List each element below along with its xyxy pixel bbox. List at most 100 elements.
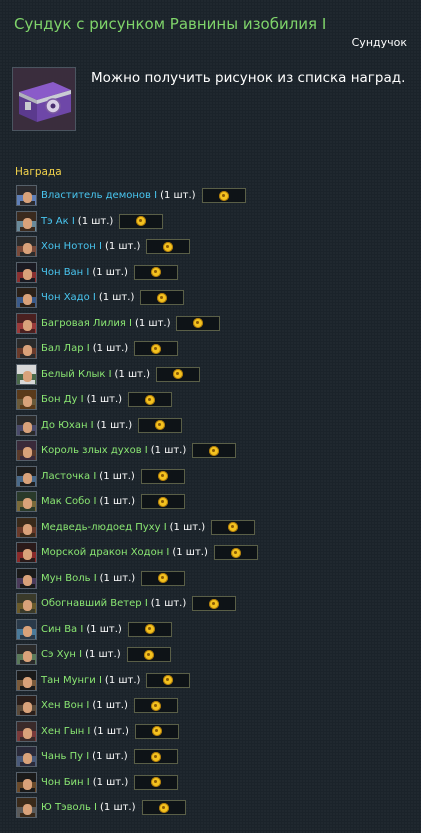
rewards-label: Награда [15, 166, 62, 178]
reward-row[interactable]: Бон Ду I (1 шт.) [16, 387, 416, 413]
reward-quantity: (1 шт.) [160, 190, 196, 202]
gold-coin-icon [151, 343, 162, 354]
reward-token-slot [134, 723, 179, 739]
reward-quantity: (1 шт.) [96, 419, 133, 431]
gold-coin-icon [209, 445, 220, 456]
reward-token-slot [213, 545, 258, 561]
gold-coin-icon [150, 700, 161, 711]
character-portrait-icon [16, 567, 37, 589]
reward-row[interactable]: Багровая Лилия I (1 шт.) [16, 311, 416, 337]
reward-name: Чань Пу I [41, 751, 90, 763]
reward-row[interactable]: Чон Бин I (1 шт.) [16, 770, 416, 796]
gold-coin-icon [155, 420, 166, 431]
reward-row[interactable]: Хон Нотон I (1 шт.) [16, 234, 416, 260]
character-portrait-icon [16, 797, 37, 819]
reward-row[interactable]: Медведь-людоед Пуху I (1 шт.) [16, 515, 416, 541]
reward-name: Тэ Ак I [41, 215, 75, 227]
reward-name: Хен Гын I [41, 725, 91, 737]
reward-token-slot [146, 239, 191, 255]
reward-row[interactable]: Властитель демонов I (1 шт.) [16, 183, 416, 209]
reward-quantity: (1 шт.) [92, 266, 128, 278]
reward-row[interactable]: Мак Собо I (1 шт.) [16, 489, 416, 515]
reward-token-slot [156, 366, 201, 382]
gold-coin-icon [228, 522, 239, 533]
character-portrait-icon [16, 465, 37, 487]
reward-name: Ласточка I [41, 470, 97, 482]
reward-row[interactable]: Чон Ван I (1 шт.) [16, 260, 416, 286]
reward-token-slot [141, 800, 186, 816]
character-portrait-icon [16, 236, 37, 258]
reward-name: Морской дракон Ходон I [41, 547, 170, 559]
character-portrait-icon [16, 261, 37, 283]
reward-name: Мун Воль I [41, 572, 97, 584]
reward-name: Хен Вон I [41, 700, 90, 712]
character-portrait-icon [16, 363, 37, 385]
character-portrait-icon [16, 720, 37, 742]
character-portrait-icon [16, 516, 37, 538]
item-description: Можно получить рисунок из списка наград. [91, 70, 406, 86]
reward-row[interactable]: Ласточка I (1 шт.) [16, 464, 416, 490]
character-portrait-icon [16, 185, 37, 207]
reward-row[interactable]: Обогнавший Ветер I (1 шт.) [16, 591, 416, 617]
reward-quantity: (1 шт.) [100, 802, 136, 814]
gold-coin-icon [163, 675, 174, 686]
reward-token-slot [134, 341, 179, 357]
reward-quantity: (1 шт.) [92, 700, 128, 712]
reward-quantity: (1 шт.) [98, 292, 135, 304]
gold-coin-icon [157, 292, 168, 303]
character-portrait-icon [16, 542, 37, 564]
reward-quantity: (1 шт.) [150, 445, 187, 457]
reward-name: До Юхан I [41, 419, 94, 431]
gold-coin-icon [193, 318, 204, 329]
gold-coin-icon [158, 573, 169, 584]
gold-coin-icon [209, 598, 220, 609]
reward-row[interactable]: Син Ва I (1 шт.) [16, 617, 416, 643]
reward-token-slot [176, 315, 221, 331]
reward-token-slot [140, 468, 185, 484]
reward-token-slot [127, 621, 172, 637]
reward-quantity: (1 шт.) [172, 547, 208, 559]
gold-coin-icon [173, 369, 184, 380]
character-portrait-icon [16, 669, 37, 691]
reward-row[interactable]: Белый Клык I (1 шт.) [16, 362, 416, 388]
reward-token-slot [192, 443, 237, 459]
reward-name: Син Ва I [41, 623, 84, 635]
character-portrait-icon [16, 287, 37, 309]
character-portrait-icon [16, 695, 37, 717]
reward-name: Тан Мунги I [41, 674, 102, 686]
character-portrait-icon [16, 618, 37, 640]
reward-quantity: (1 шт.) [169, 521, 206, 533]
reward-row[interactable]: Хен Вон I (1 шт.) [16, 693, 416, 719]
reward-quantity: (1 шт.) [134, 317, 171, 329]
reward-row[interactable]: Чань Пу I (1 шт.) [16, 744, 416, 770]
reward-name: Чон Хадо I [41, 292, 96, 304]
reward-row[interactable]: Морской дракон Ходон I (1 шт.) [16, 540, 416, 566]
reward-row[interactable]: Чон Хадо I (1 шт.) [16, 285, 416, 311]
reward-row[interactable]: Бал Лар I (1 шт.) [16, 336, 416, 362]
gold-coin-icon [145, 394, 156, 405]
character-portrait-icon [16, 593, 37, 615]
reward-row[interactable]: Король злых духов I (1 шт.) [16, 438, 416, 464]
item-category: Сундучок [351, 36, 407, 49]
rewards-list: Властитель демонов I (1 шт.) Тэ Ак I (1 шт.… [16, 183, 416, 821]
character-portrait-icon [16, 771, 37, 793]
character-portrait-icon [16, 210, 37, 232]
reward-row[interactable]: Тэ Ак I (1 шт.) [16, 209, 416, 235]
reward-name: Багровая Лилия I [41, 317, 132, 329]
gold-coin-icon [136, 216, 147, 227]
reward-row[interactable]: Хен Гын I (1 шт.) [16, 719, 416, 745]
reward-quantity: (1 шт.) [92, 776, 129, 788]
reward-row[interactable]: Тан Мунги I (1 шт.) [16, 668, 416, 694]
reward-row[interactable]: Ю Тэволь I (1 шт.) [16, 795, 416, 821]
reward-name: Белый Клык I [41, 368, 112, 380]
reward-row[interactable]: До Юхан I (1 шт.) [16, 413, 416, 439]
reward-row[interactable]: Мун Воль I (1 шт.) [16, 566, 416, 592]
reward-token-slot [192, 596, 237, 612]
reward-token-slot [141, 570, 186, 586]
reward-name: Обогнавший Ветер I [41, 598, 148, 610]
purple-chest-icon [12, 67, 76, 131]
gold-coin-icon [151, 777, 162, 788]
reward-row[interactable]: Сэ Хун I (1 шт.) [16, 642, 416, 668]
reward-quantity: (1 шт.) [85, 649, 121, 661]
reward-name: Бал Лар I [41, 343, 90, 355]
